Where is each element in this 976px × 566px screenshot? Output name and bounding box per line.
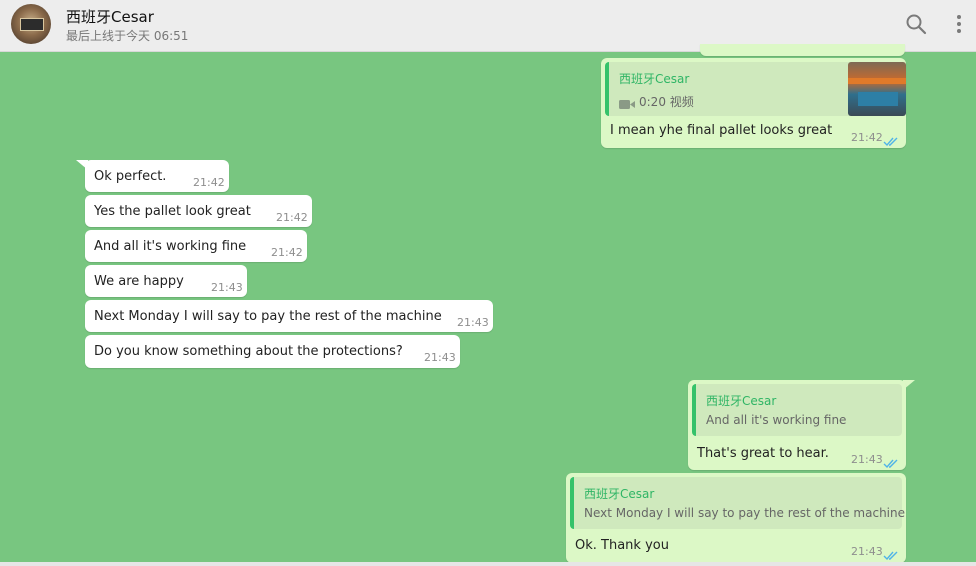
quote-media-label: 0:20 视频 [639,95,694,109]
message-time: 21:43 [457,316,489,329]
video-camera-icon [619,95,635,114]
message-text: Ok. Thank you [575,538,669,553]
contact-name[interactable]: 西班牙Cesar [66,6,154,27]
search-icon[interactable] [905,13,927,39]
message-text: And all it's working fine [94,239,247,254]
video-thumbnail[interactable] [848,62,906,116]
message-time: 21:42 [851,131,883,144]
outgoing-message[interactable]: 西班牙Cesar And all it's working fine That'… [688,380,906,470]
message-text: Yes the pallet look great [94,204,251,219]
incoming-message[interactable]: Ok perfect. 21:42 [85,160,229,192]
quote-text: Next Monday I will say to pay the rest o… [584,506,905,520]
previous-message-edge [700,44,905,56]
quoted-message[interactable]: 西班牙Cesar Next Monday I will say to pay t… [570,477,905,529]
message-time: 21:42 [193,176,225,189]
incoming-message[interactable]: And all it's working fine 21:42 [85,230,307,262]
read-receipt-icon [883,454,899,473]
message-time: 21:42 [271,246,303,259]
incoming-message[interactable]: Next Monday I will say to pay the rest o… [85,300,493,332]
incoming-message[interactable]: Yes the pallet look great 21:42 [85,195,312,227]
message-time: 21:42 [276,211,308,224]
quoted-message[interactable]: 西班牙Cesar And all it's working fine [692,384,902,436]
message-text: That's great to hear. [697,446,829,461]
message-text: Ok perfect. [94,169,167,184]
incoming-message[interactable]: We are happy 21:43 [85,265,247,297]
outgoing-message[interactable]: 西班牙Cesar Next Monday I will say to pay t… [566,473,906,563]
quoted-message[interactable]: 西班牙Cesar 0:20 视频 [605,62,906,116]
message-time: 21:43 [211,281,243,294]
message-text: We are happy [94,274,184,289]
message-time: 21:43 [851,453,883,466]
quote-text: And all it's working fine [706,413,847,427]
last-seen-status: 最后上线于今天 06:51 [66,29,189,43]
vertical-dots-icon[interactable] [956,13,962,39]
quote-author: 西班牙Cesar [584,487,655,501]
outgoing-message[interactable]: 西班牙Cesar 0:20 视频 I mean yhe final pallet… [601,58,906,148]
message-text: Next Monday I will say to pay the rest o… [94,309,442,324]
message-time: 21:43 [851,545,883,558]
message-text: Do you know something about the protecti… [94,344,403,359]
read-receipt-icon [883,132,899,151]
message-time: 21:43 [424,351,456,364]
composer-edge [0,562,976,566]
quote-author: 西班牙Cesar [706,394,777,408]
incoming-message[interactable]: Do you know something about the protecti… [85,335,460,368]
message-text: I mean yhe final pallet looks great [610,123,833,138]
contact-avatar[interactable] [11,4,51,44]
quote-author: 西班牙Cesar [619,72,690,86]
